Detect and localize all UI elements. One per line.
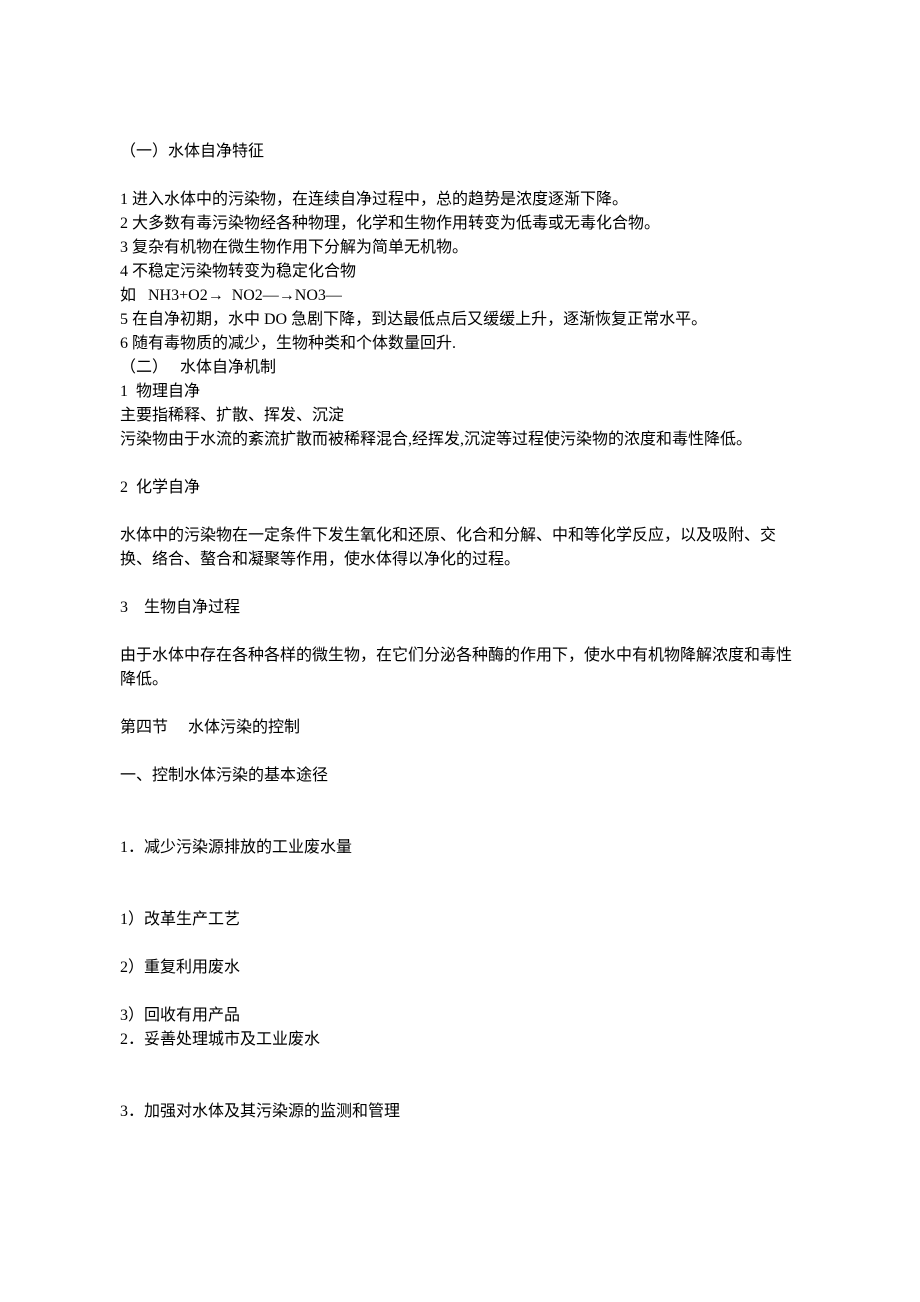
- line: 2）重复利用废水: [120, 956, 800, 980]
- line: 由于水体中存在各种各样的微生物，在它们分泌各种酶的作用下，使水中有机物降解浓度和…: [120, 644, 800, 692]
- line: 3 生物自净过程: [120, 596, 800, 620]
- line: 第四节 水体污染的控制: [120, 716, 800, 740]
- blank-line: [120, 932, 800, 956]
- line: 如 NH3+O2→ NO2—→NO3—: [120, 284, 800, 308]
- blank-line: [120, 812, 800, 836]
- blank-line: [120, 860, 800, 884]
- line: （二） 水体自净机制: [120, 356, 800, 380]
- line: 1．减少污染源排放的工业废水量: [120, 836, 800, 860]
- line: 水体中的污染物在一定条件下发生氧化和还原、化合和分解、中和等化学反应，以及吸附、…: [120, 524, 800, 572]
- line: 2．妥善处理城市及工业废水: [120, 1028, 800, 1052]
- line: 3．加强对水体及其污染源的监测和管理: [120, 1100, 800, 1124]
- line: 2 化学自净: [120, 476, 800, 500]
- blank-line: [120, 452, 800, 476]
- line: 主要指稀释、扩散、挥发、沉淀: [120, 404, 800, 428]
- line: 4 不稳定污染物转变为稳定化合物: [120, 260, 800, 284]
- line: 3）回收有用产品: [120, 1004, 800, 1028]
- blank-line: [120, 884, 800, 908]
- blank-line: [120, 740, 800, 764]
- line: 5 在自净初期，水中 DO 急剧下降，到达最低点后又缓缓上升，逐渐恢复正常水平。: [120, 308, 800, 332]
- line: 1）改革生产工艺: [120, 908, 800, 932]
- line: 一、控制水体污染的基本途径: [120, 764, 800, 788]
- line: 1 物理自净: [120, 380, 800, 404]
- line: 1 进入水体中的污染物，在连续自净过程中，总的趋势是浓度逐渐下降。: [120, 188, 800, 212]
- blank-line: [120, 788, 800, 812]
- blank-line: [120, 572, 800, 596]
- blank-line: [120, 500, 800, 524]
- blank-line: [120, 1076, 800, 1100]
- line: 2 大多数有毒污染物经各种物理，化学和生物作用转变为低毒或无毒化合物。: [120, 212, 800, 236]
- blank-line: [120, 1052, 800, 1076]
- line: 污染物由于水流的紊流扩散而被稀释混合,经挥发,沉淀等过程使污染物的浓度和毒性降低…: [120, 428, 800, 452]
- blank-line: [120, 620, 800, 644]
- document-page: （一）水体自净特征 1 进入水体中的污染物，在连续自净过程中，总的趋势是浓度逐渐…: [0, 0, 920, 1302]
- line: （一）水体自净特征: [120, 140, 800, 164]
- line: 6 随有毒物质的减少，生物种类和个体数量回升.: [120, 332, 800, 356]
- blank-line: [120, 980, 800, 1004]
- line: 3 复杂有机物在微生物作用下分解为简单无机物。: [120, 236, 800, 260]
- blank-line: [120, 692, 800, 716]
- blank-line: [120, 164, 800, 188]
